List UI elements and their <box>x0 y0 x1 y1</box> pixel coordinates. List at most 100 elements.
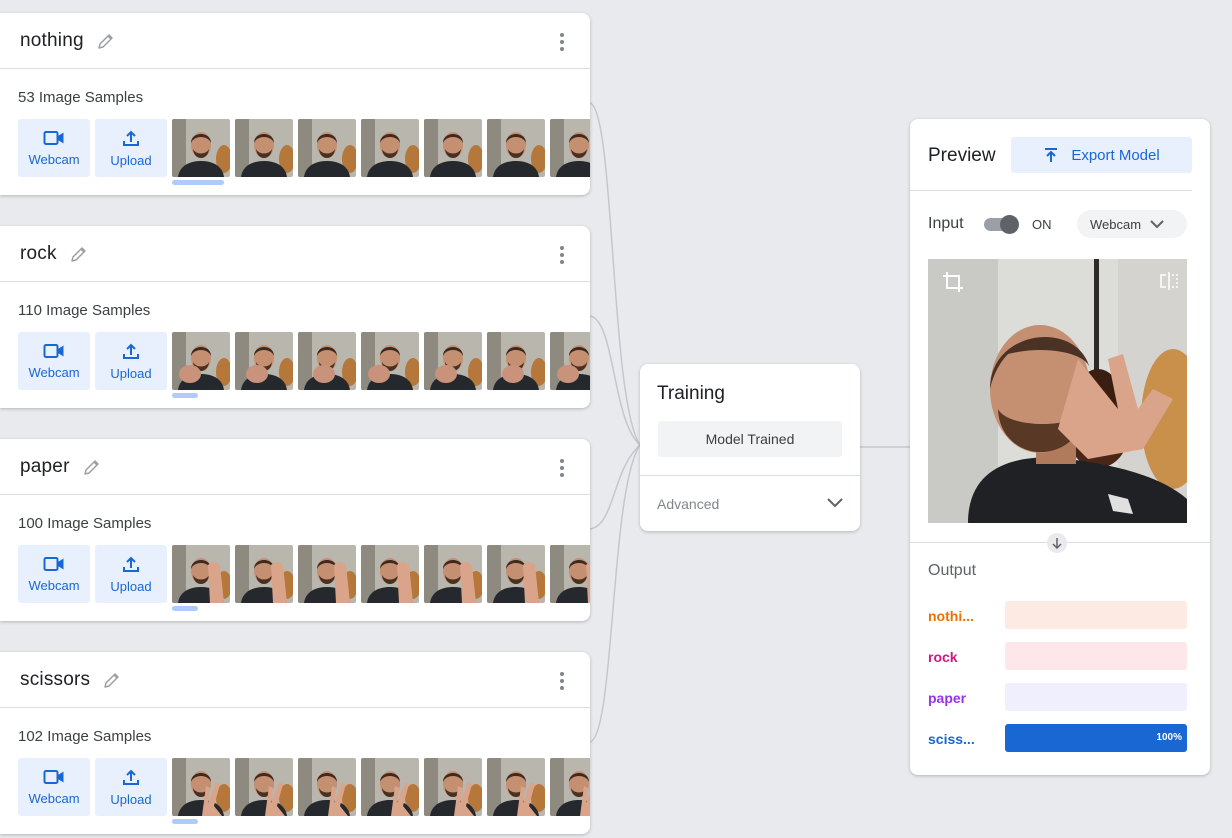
class-header: paper <box>0 439 590 495</box>
class-name[interactable]: paper <box>20 456 70 478</box>
confidence-bar: 100% <box>1005 724 1187 752</box>
sample-thumbnail[interactable] <box>424 758 482 816</box>
webcam-image <box>928 259 1187 523</box>
confidence-bar <box>1005 683 1187 711</box>
advanced-toggle[interactable]: Advanced <box>657 496 719 512</box>
model-trained-button[interactable]: Model Trained <box>658 421 842 457</box>
output-label: Output <box>928 562 977 579</box>
output-row: nothi... <box>928 601 1187 629</box>
class-card-scissors: scissors 102 Image Samples Webcam Upload <box>0 652 590 834</box>
sample-thumbnail[interactable] <box>235 545 293 603</box>
sample-thumbnail[interactable] <box>487 545 545 603</box>
sample-thumbnail[interactable] <box>172 545 230 603</box>
upload-button[interactable]: Upload <box>95 332 167 390</box>
sample-thumbnail[interactable] <box>172 119 230 177</box>
webcam-label: Webcam <box>28 151 80 167</box>
sample-thumbnail[interactable] <box>172 332 230 390</box>
sample-count: 53 Image Samples <box>18 89 144 106</box>
upload-label: Upload <box>110 791 152 807</box>
flip-horizontal-icon[interactable] <box>1159 271 1179 296</box>
sample-thumbnail[interactable] <box>424 119 482 177</box>
sample-count: 100 Image Samples <box>18 515 152 532</box>
webcam-label: Webcam <box>28 577 80 593</box>
class-name[interactable]: rock <box>20 243 57 265</box>
sample-thumbnail[interactable] <box>235 119 293 177</box>
input-source-select[interactable]: Webcam <box>1077 210 1187 238</box>
upload-label: Upload <box>110 365 152 381</box>
sample-thumbnail[interactable] <box>361 119 419 177</box>
more-options-icon[interactable] <box>554 459 570 477</box>
class-name[interactable]: scissors <box>20 669 90 691</box>
sample-thumbnail[interactable] <box>235 332 293 390</box>
thumbnail-scroll-indicator[interactable] <box>172 606 198 611</box>
upload-button[interactable]: Upload <box>95 758 167 816</box>
more-options-icon[interactable] <box>554 672 570 690</box>
sample-thumbnail[interactable] <box>172 758 230 816</box>
output-row: paper <box>928 683 1187 711</box>
thumbnail-scroll-indicator[interactable] <box>172 819 198 824</box>
crop-icon[interactable] <box>942 271 964 298</box>
input-source-value: Webcam <box>1090 216 1142 232</box>
pencil-icon[interactable] <box>82 457 102 477</box>
input-toggle[interactable] <box>984 215 1019 234</box>
video-camera-icon <box>43 343 64 358</box>
webcam-label: Webcam <box>28 790 80 806</box>
webcam-button[interactable]: Webcam <box>18 758 90 816</box>
output-row: rock <box>928 642 1187 670</box>
webcam-button[interactable]: Webcam <box>18 119 90 177</box>
thumbnail-scroll-indicator[interactable] <box>172 180 224 185</box>
thumbnail-scroll-indicator[interactable] <box>172 393 198 398</box>
sample-thumbnail[interactable] <box>550 758 590 816</box>
export-icon <box>1045 148 1058 162</box>
sample-thumbnail[interactable] <box>298 119 356 177</box>
class-name[interactable]: nothing <box>20 30 84 52</box>
sample-thumbnail[interactable] <box>298 758 356 816</box>
sample-thumbnail[interactable] <box>235 758 293 816</box>
pencil-icon[interactable] <box>69 244 89 264</box>
output-class-label: paper <box>928 690 967 706</box>
output-row: sciss... 100% <box>928 724 1187 752</box>
class-card-paper: paper 100 Image Samples Webcam Upload <box>0 439 590 621</box>
sample-thumbnail[interactable] <box>487 332 545 390</box>
sample-row: Webcam Upload <box>18 758 590 816</box>
sample-thumbnail[interactable] <box>298 545 356 603</box>
pencil-icon[interactable] <box>102 670 122 690</box>
sample-thumbnail[interactable] <box>361 758 419 816</box>
confidence-bar <box>1005 601 1187 629</box>
upload-icon <box>123 769 139 785</box>
upload-icon <box>123 343 139 359</box>
divider <box>640 475 860 476</box>
sample-row: Webcam Upload <box>18 119 590 177</box>
upload-label: Upload <box>110 578 152 594</box>
class-header: scissors <box>0 652 590 708</box>
more-options-icon[interactable] <box>554 246 570 264</box>
webcam-button[interactable]: Webcam <box>18 545 90 603</box>
upload-button[interactable]: Upload <box>95 119 167 177</box>
webcam-button[interactable]: Webcam <box>18 332 90 390</box>
sample-thumbnail[interactable] <box>424 545 482 603</box>
output-class-label: nothi... <box>928 608 974 624</box>
input-label: Input <box>928 215 964 232</box>
confidence-bar <box>1005 642 1187 670</box>
sample-thumbnail[interactable] <box>487 119 545 177</box>
sample-row: Webcam Upload <box>18 545 590 603</box>
sample-thumbnail[interactable] <box>361 332 419 390</box>
chevron-down-icon[interactable] <box>826 494 844 517</box>
training-panel: Training Model Trained Advanced <box>640 364 860 531</box>
upload-button[interactable]: Upload <box>95 545 167 603</box>
sample-thumbnail[interactable] <box>361 545 419 603</box>
export-model-button[interactable]: Export Model <box>1011 137 1192 173</box>
preview-title: Preview <box>928 145 996 166</box>
sample-count: 102 Image Samples <box>18 728 152 745</box>
sample-thumbnail[interactable] <box>550 119 590 177</box>
more-options-icon[interactable] <box>554 33 570 51</box>
sample-thumbnail[interactable] <box>424 332 482 390</box>
video-camera-icon <box>43 769 64 784</box>
class-card-nothing: nothing 53 Image Samples Webcam Upload <box>0 13 590 195</box>
pencil-icon[interactable] <box>96 31 116 51</box>
sample-thumbnail[interactable] <box>298 332 356 390</box>
sample-thumbnail[interactable] <box>550 545 590 603</box>
sample-thumbnail[interactable] <box>550 332 590 390</box>
sample-count: 110 Image Samples <box>18 302 151 319</box>
sample-thumbnail[interactable] <box>487 758 545 816</box>
